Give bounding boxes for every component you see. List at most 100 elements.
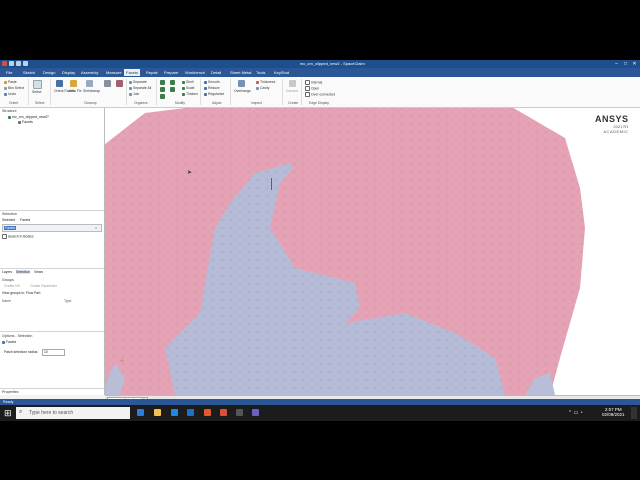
checkbox-icon[interactable] [8,115,11,119]
search-icon[interactable]: ⌕ [95,225,97,230]
reduce-button[interactable]: Reduce [204,86,220,90]
edge-icon[interactable] [187,409,194,416]
facet-tool-icon[interactable] [104,80,111,87]
tab-layers[interactable]: Layers [2,270,12,274]
menu-design[interactable]: Design [41,69,57,76]
group-modify-label: Modify [175,101,185,105]
join-button[interactable]: Join [129,92,139,96]
menu-repair[interactable]: Repair [144,69,160,76]
windows-start-icon[interactable]: ⊞ [4,408,12,419]
regularize-button[interactable]: Regularize [204,92,224,96]
settings-icon[interactable] [236,409,243,416]
paste-button[interactable]: Paste [4,80,17,84]
internal-checkbox[interactable]: Internal [305,80,322,85]
task-view-icon[interactable] [137,409,144,416]
smooth-button[interactable]: Smooth [204,80,220,84]
scale-button[interactable]: Scale [182,86,194,90]
firefox-icon[interactable] [204,409,211,416]
select-button[interactable]: Select [32,90,41,94]
separate-button[interactable]: Separate [129,80,147,84]
office-icon[interactable] [220,409,227,416]
create-ns-button[interactable]: Create NS [4,284,20,288]
checkbox-icon [305,92,310,97]
close-button[interactable]: ✕ [630,60,639,68]
auto-fix-button[interactable]: Auto Fix [69,89,81,93]
shrinkwrap-icon[interactable] [86,80,93,87]
selection-list[interactable]: Facets ⌕ [2,224,102,232]
menu-facets[interactable]: Facets [124,69,141,76]
windows-taskbar: ⊞ ⌕ Type here to search ⌃ ▭ ◔ 2:57 PM 02… [0,405,640,421]
maximize-button[interactable]: □ [621,60,630,68]
convert-icon[interactable] [289,80,296,87]
save-icon[interactable] [9,61,14,66]
menu-assembly[interactable]: Assembly [79,69,100,76]
column-name[interactable]: Name [2,299,11,303]
thicken-button[interactable]: Thicken [182,92,198,96]
search-in-bodies-checkbox[interactable]: Search in Bodies [2,234,34,239]
notifications-icon[interactable] [631,407,637,419]
taskbar-search-box[interactable]: ⌕ Type here to search [16,407,130,419]
column-type[interactable]: Type [64,299,71,303]
clock[interactable]: 2:57 PM 02/09/2021 [602,407,625,417]
separate-icon [129,80,132,84]
undo-button[interactable]: Undo [4,92,16,96]
options-facets: Facets [2,340,16,344]
cavity-button[interactable]: Cavity [256,86,269,90]
spaceclaim-taskbar-icon[interactable] [252,409,259,416]
file-explorer-icon[interactable] [154,409,161,416]
group-divider [156,79,157,105]
check-facets-icon[interactable] [56,80,63,87]
selection-tab-selected[interactable]: Selected [2,218,15,222]
select-tool-icon[interactable] [33,80,42,89]
menu-display[interactable]: Display [60,69,77,76]
shell-button[interactable]: Shell [182,80,194,84]
menu-tools[interactable]: Tools [254,69,267,76]
taskbar-search-placeholder: Type here to search [29,410,74,416]
tree-root[interactable]: mc_cm_clipped_new2* [8,115,49,119]
menu-workbench[interactable]: Workbench [183,69,207,76]
view-groups-select[interactable]: View groups in: Flow Part [2,291,40,295]
modify-tool-icon[interactable] [160,87,165,92]
modify-tool-icon[interactable] [170,80,175,85]
patch-radius-input[interactable]: 10 [42,349,65,356]
modify-tool-icon[interactable] [160,80,165,85]
facets-icon [2,340,5,344]
redo-icon[interactable] [23,61,28,66]
shrinkwrap-button[interactable]: Shrinkwrap [83,89,100,93]
selection-item-facets[interactable]: Facets [4,226,17,230]
modify-tool-icon[interactable] [170,87,175,92]
tree-item-facets[interactable]: Facets [18,120,33,124]
tab-views[interactable]: Views [34,270,43,274]
facet-tool-icon[interactable] [116,80,123,87]
over-connected-checkbox[interactable]: Over-connected [305,92,335,97]
selection-tab-facets[interactable]: Facets [20,218,30,222]
menu-keyshot[interactable]: KeyShot [272,69,291,76]
store-icon[interactable] [171,409,178,416]
overhangs-icon[interactable] [238,80,245,87]
group-divider [282,79,283,105]
menu-measure[interactable]: Measure [104,69,124,76]
menu-detail[interactable]: Detail [209,69,223,76]
tab-selection[interactable]: Selection [16,270,30,274]
3d-viewport[interactable]: ANSYS 2021 R1 ACADEMIC ➤ ⊹ [105,108,640,395]
create-parameter-button[interactable]: Create Parameter [30,284,57,288]
overhangs-button[interactable]: Overhangs [234,89,251,93]
app-icon[interactable] [2,61,7,66]
bkn-select-button[interactable]: Bkn Select [4,86,24,90]
modify-tool-icon[interactable] [160,94,165,99]
menu-file[interactable]: File [4,69,14,76]
menu-sheet-metal[interactable]: Sheet Metal [228,69,253,76]
separate-all-button[interactable]: Separate All [129,86,151,90]
convert-button[interactable]: Convert [286,89,298,93]
mesh-render[interactable] [105,108,640,395]
undo-icon[interactable] [16,61,21,66]
system-tray-icons[interactable]: ⌃ ▭ ◔ [568,410,583,416]
smooth-icon [204,80,207,84]
thickness-button[interactable]: Thickness [256,80,275,84]
auto-fix-icon[interactable] [70,80,77,87]
menu-sketch[interactable]: Sketch [21,69,37,76]
open-checkbox[interactable]: Open [305,86,319,91]
checkbox-icon [2,234,7,239]
minimize-button[interactable]: – [612,60,621,68]
menu-prepare[interactable]: Prepare [162,69,180,76]
